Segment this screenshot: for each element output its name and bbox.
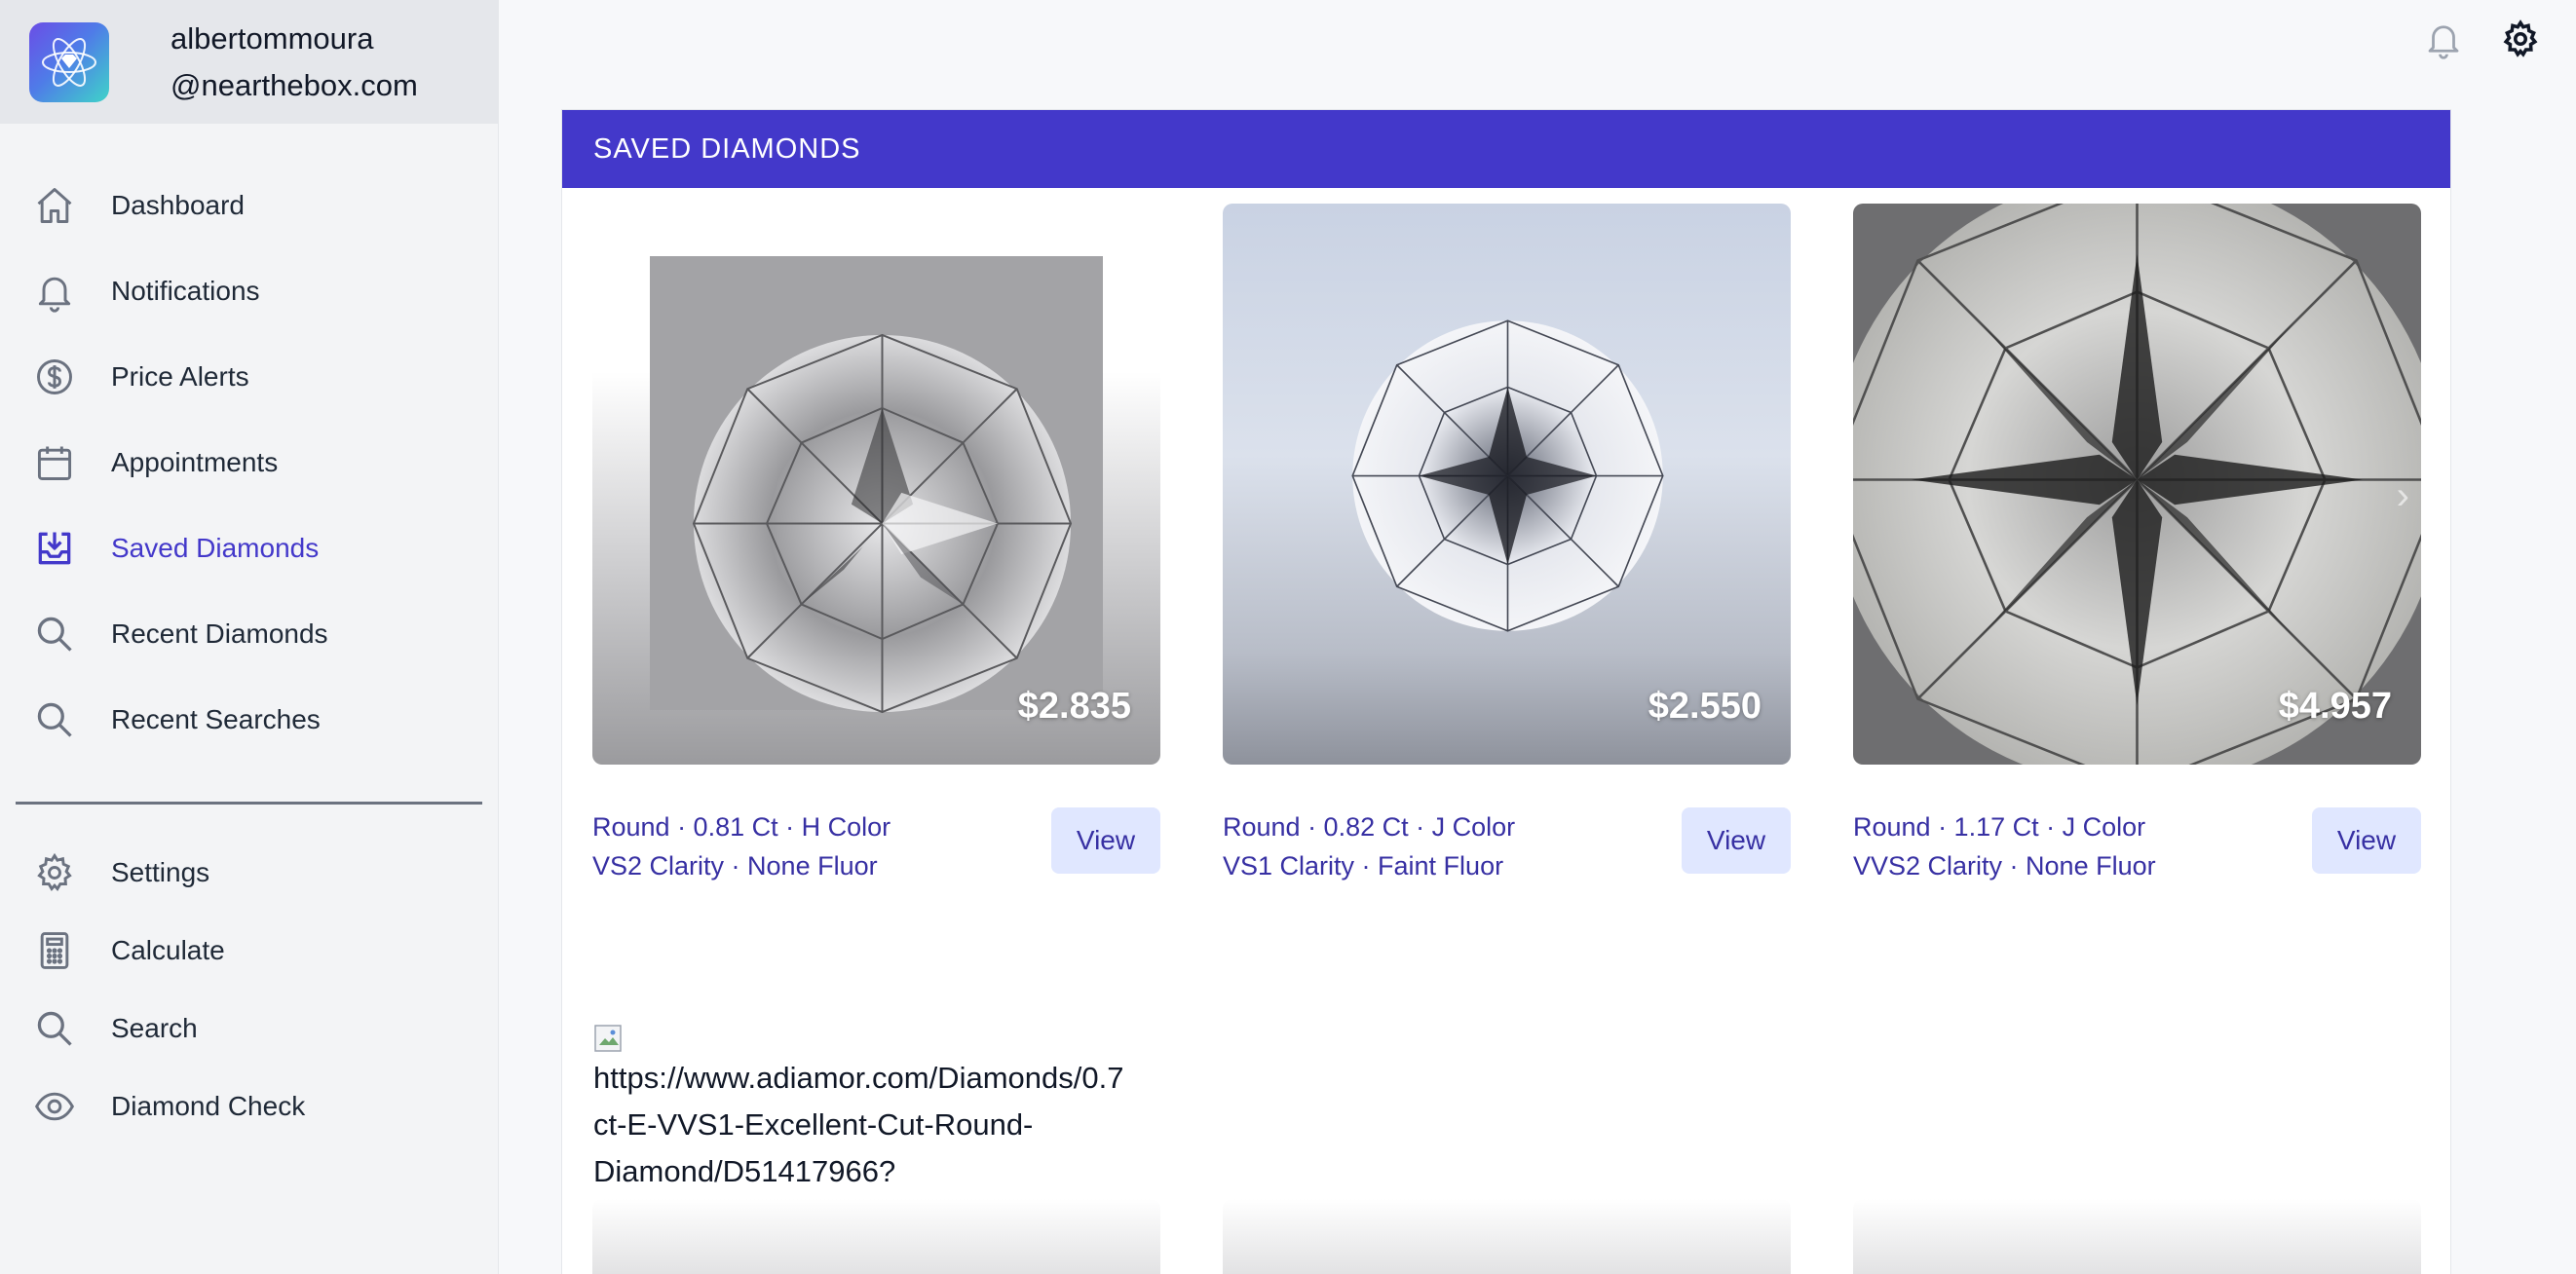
- view-button[interactable]: View: [1682, 807, 1791, 874]
- nav-label: Recent Diamonds: [111, 618, 328, 649]
- nav-item-recent-diamonds[interactable]: Recent Diamonds: [0, 591, 498, 677]
- diamond-graphic: [692, 333, 1073, 714]
- nav-item-dashboard[interactable]: Dashboard: [0, 163, 498, 248]
- bell-icon: [33, 270, 76, 313]
- diamond-card: $2.550 Round · 0.82 Ct · J Color VS1 Cla…: [1223, 204, 1791, 881]
- secondary-nav: Settings Calculate Search Diamond Check: [0, 834, 498, 1145]
- nav-item-diamond-check[interactable]: Diamond Check: [0, 1068, 498, 1145]
- diamond-specs-line1: Round · 1.17 Ct · J Color: [1853, 812, 2146, 842]
- eye-icon: [33, 1085, 76, 1128]
- diamond-specs-line1: Round · 0.82 Ct · J Color: [1223, 812, 1516, 842]
- view-button[interactable]: View: [2312, 807, 2421, 874]
- nav-label: Diamond Check: [111, 1091, 306, 1121]
- nav-item-saved-diamonds[interactable]: Saved Diamonds: [0, 506, 498, 591]
- nav-label: Price Alerts: [111, 361, 249, 392]
- gear-icon: [33, 851, 76, 894]
- user-email: albertommoura @nearthebox.com: [170, 16, 418, 109]
- diamond-specs-line2: VVS2 Clarity · None Fluor: [1853, 851, 2156, 881]
- nav-label: Recent Searches: [111, 704, 321, 734]
- nav-label: Search: [111, 1013, 198, 1043]
- user-name-line1: albertommoura: [170, 20, 374, 56]
- nav-label: Dashboard: [111, 190, 245, 220]
- main-nav: Dashboard Notifications Price Alerts App…: [0, 163, 498, 763]
- nav-label: Notifications: [111, 276, 260, 306]
- broken-image-icon: [594, 1025, 622, 1052]
- chevron-right-icon[interactable]: ›: [2397, 474, 2409, 518]
- diamond-specs-line2: VS1 Clarity · Faint Fluor: [1223, 851, 1504, 881]
- diamond-card-image[interactable]: [1223, 1199, 1791, 1274]
- nav-item-search[interactable]: Search: [0, 990, 498, 1068]
- search-icon: [33, 1007, 76, 1050]
- nav-label: Saved Diamonds: [111, 533, 320, 563]
- nav-item-notifications[interactable]: Notifications: [0, 248, 498, 334]
- app-logo-icon: [29, 21, 109, 102]
- user-name-line2: @nearthebox.com: [170, 67, 418, 102]
- diamond-card-image[interactable]: [592, 1199, 1160, 1274]
- diamond-graphic: [1351, 319, 1664, 632]
- nav-divider: [16, 802, 482, 805]
- sidebar: albertommoura @nearthebox.com Dashboard …: [0, 0, 499, 1274]
- nav-item-recent-searches[interactable]: Recent Searches: [0, 677, 498, 763]
- nav-item-calculate[interactable]: Calculate: [0, 912, 498, 990]
- diamond-specs: Round · 1.17 Ct · J Color VVS2 Clarity ·…: [1853, 807, 2156, 885]
- nav-label: Settings: [111, 857, 210, 887]
- diamond-image[interactable]: $2.835: [592, 204, 1160, 765]
- settings-gear-icon[interactable]: [2499, 18, 2542, 60]
- diamond-graphic: [1853, 204, 2421, 765]
- price-label: $2.835: [1017, 686, 1131, 727]
- calendar-icon: [33, 441, 76, 484]
- user-profile[interactable]: albertommoura @nearthebox.com: [0, 0, 498, 124]
- diamond-image[interactable]: › $4.957: [1853, 204, 2421, 765]
- diamond-card: $2.835 Round · 0.81 Ct · H Color VS2 Cla…: [592, 204, 1160, 881]
- nav-label: Appointments: [111, 447, 279, 477]
- diamond-card: › $4.957 Round · 1.17 Ct · J Color VVS2 …: [1853, 204, 2421, 881]
- calculator-icon: [33, 929, 76, 972]
- diamond-specs-line2: VS2 Clarity · None Fluor: [592, 851, 878, 881]
- panel-title: SAVED DIAMONDS: [562, 110, 2450, 188]
- price-label: $2.550: [1648, 686, 1762, 727]
- notifications-bell-icon[interactable]: [2422, 18, 2465, 60]
- nav-item-appointments[interactable]: Appointments: [0, 420, 498, 506]
- download-tray-icon: [33, 527, 76, 570]
- diamond-image[interactable]: $2.550: [1223, 204, 1791, 765]
- diamond-specs: Round · 0.82 Ct · J Color VS1 Clarity · …: [1223, 807, 1515, 885]
- view-button[interactable]: View: [1051, 807, 1160, 874]
- saved-diamonds-panel: SAVED DIAMONDS $2.835 Round · 0.81 Ct · …: [561, 109, 2451, 1274]
- diamond-specs: Round · 0.81 Ct · H Color VS2 Clarity · …: [592, 807, 890, 885]
- search-icon: [33, 698, 76, 741]
- price-label: $4.957: [2278, 686, 2392, 727]
- diamond-card-image[interactable]: [1853, 1199, 2421, 1274]
- diamond-specs-line1: Round · 0.81 Ct · H Color: [592, 812, 891, 842]
- nav-label: Calculate: [111, 935, 225, 965]
- dollar-icon: [33, 356, 76, 398]
- nav-item-settings[interactable]: Settings: [0, 834, 498, 912]
- home-icon: [33, 184, 76, 227]
- nav-item-price-alerts[interactable]: Price Alerts: [0, 334, 498, 420]
- search-icon: [33, 613, 76, 656]
